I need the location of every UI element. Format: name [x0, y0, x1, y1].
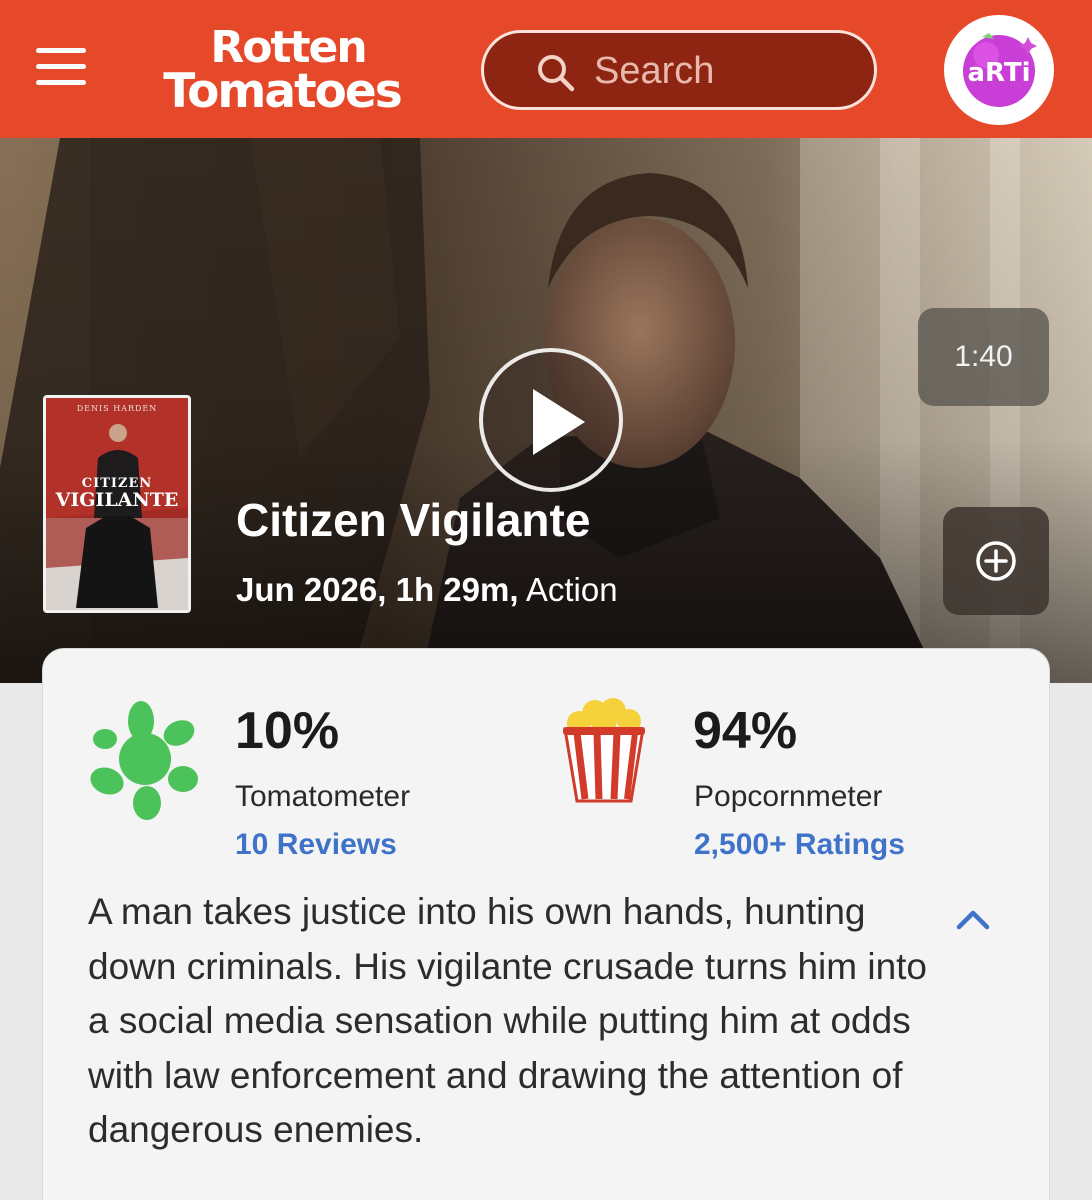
rotten-splat-icon — [90, 701, 198, 820]
video-duration-badge: 1:40 — [918, 308, 1049, 406]
rotten-tomatoes-logo[interactable]: Rotten Tomatoes — [138, 24, 567, 116]
genre: Action — [525, 571, 618, 608]
arti-assistant-avatar[interactable]: aRTi — [944, 15, 1054, 125]
poster-title-line2: VIGILANTE — [55, 489, 179, 511]
tomatometer-reviews-link[interactable]: 10 Reviews — [235, 827, 397, 863]
tomatometer-label: Tomatometer — [235, 780, 411, 813]
chevron-up-icon[interactable] — [953, 899, 993, 939]
scores-card: 10% Tomatometer 10 Reviews 94% Popcornme… — [42, 648, 1050, 1200]
arti-logo-icon: aRTi — [963, 33, 1037, 107]
search-icon — [538, 55, 575, 92]
popcorn-bucket-icon — [563, 698, 645, 803]
popcornmeter-ratings-link[interactable]: 2,500+ Ratings — [694, 827, 905, 863]
arti-label: aRTi — [967, 58, 1030, 88]
release-runtime: Jun 2026, 1h 29m, — [236, 571, 519, 608]
popcornmeter-score: 94% — [693, 702, 798, 760]
poster-actor-credit: DENIS HARDEN — [76, 404, 158, 413]
play-trailer-button[interactable] — [479, 348, 623, 492]
search-input[interactable]: Search — [481, 30, 877, 110]
search-placeholder: Search — [594, 50, 715, 92]
hamburger-menu-icon[interactable] — [36, 44, 88, 90]
add-to-watchlist-button[interactable] — [943, 507, 1049, 615]
movie-meta: Jun 2026, 1h 29m, Action — [236, 570, 618, 610]
movie-poster[interactable]: DENIS HARDEN CITIZEN VIGILANTE — [43, 395, 191, 613]
movie-synopsis: A man takes justice into his own hands, … — [88, 891, 928, 1150]
play-icon — [533, 389, 585, 455]
top-nav-bar: Rotten Tomatoes Search aRTi — [0, 0, 1092, 138]
tomatometer-score: 10% — [235, 702, 340, 760]
movie-title: Citizen Vigilante — [236, 494, 591, 546]
plus-circle-icon — [976, 541, 1016, 581]
popcornmeter-label: Popcornmeter — [694, 780, 883, 813]
logo-text-tomatoes: Tomatoes — [163, 64, 402, 119]
